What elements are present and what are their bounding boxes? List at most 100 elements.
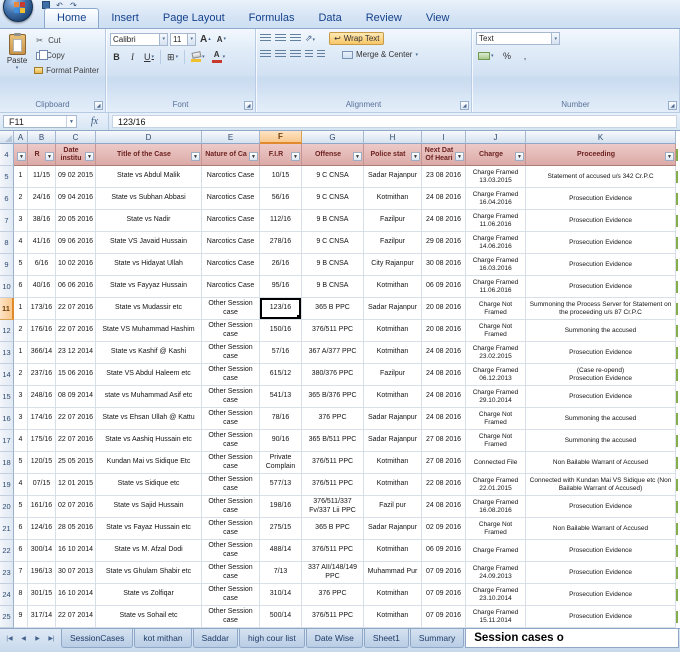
cell-F14[interactable]: 615/12: [260, 364, 302, 386]
office-button[interactable]: [3, 0, 33, 22]
cell-A6[interactable]: 2: [14, 188, 28, 210]
cell-I10[interactable]: 06 09 2016: [422, 276, 466, 298]
cell-B13[interactable]: 366/14: [28, 342, 56, 364]
column-header-r[interactable]: R ▼: [28, 144, 56, 166]
cell-H12[interactable]: Kotmithan: [364, 320, 422, 342]
cell-A15[interactable]: 3: [14, 386, 28, 408]
cell-E17[interactable]: Other Session case: [202, 430, 260, 452]
cell-B18[interactable]: 120/15: [28, 452, 56, 474]
cell-A14[interactable]: 2: [14, 364, 28, 386]
cell-J20[interactable]: Charge Framed 16.08.2016: [466, 496, 526, 518]
cell-J15[interactable]: Charge Framed 29.10.2014: [466, 386, 526, 408]
cell-H25[interactable]: Kotmithan: [364, 606, 422, 628]
cell-G19[interactable]: 376/511 PPC: [302, 474, 364, 496]
cell-E15[interactable]: Other Session case: [202, 386, 260, 408]
cell-C5[interactable]: 09 02 2015: [56, 166, 96, 188]
cell-E18[interactable]: Other Session case: [202, 452, 260, 474]
align-right-button[interactable]: [290, 50, 301, 59]
cell-J12[interactable]: Charge Not Framed: [466, 320, 526, 342]
cell-E6[interactable]: Narcotics Case: [202, 188, 260, 210]
cell-G5[interactable]: 9 C CNSA: [302, 166, 364, 188]
cell-G23[interactable]: 337 AII/148/149 PPC: [302, 562, 364, 584]
tab-nav-first[interactable]: |◀: [3, 633, 16, 646]
row-header-18[interactable]: 18: [0, 452, 14, 474]
cell-I13[interactable]: 24 08 2016: [422, 342, 466, 364]
cell-E13[interactable]: Other Session case: [202, 342, 260, 364]
cell-I5[interactable]: 23 08 2016: [422, 166, 466, 188]
cell-C9[interactable]: 10 02 2016: [56, 254, 96, 276]
cell-E14[interactable]: Other Session case: [202, 364, 260, 386]
cell-C14[interactable]: 15 06 2016: [56, 364, 96, 386]
cell-I9[interactable]: 30 08 2016: [422, 254, 466, 276]
cell-B5[interactable]: 11/15: [28, 166, 56, 188]
column-letter-d[interactable]: D: [96, 131, 202, 144]
column-letter-f[interactable]: F: [260, 131, 302, 144]
cell-D8[interactable]: State VS Javaid Hussain: [96, 232, 202, 254]
row-header-10[interactable]: 10: [0, 276, 14, 298]
cell-G10[interactable]: 9 B CNSA: [302, 276, 364, 298]
cell-C23[interactable]: 30 07 2013: [56, 562, 96, 584]
cell-K13[interactable]: Prosecution Evidence: [526, 342, 676, 364]
cell-H16[interactable]: Sadar Rajanpur: [364, 408, 422, 430]
align-bottom-button[interactable]: [290, 34, 301, 43]
cell-J16[interactable]: Charge Not Framed: [466, 408, 526, 430]
cell-H10[interactable]: Kotmithan: [364, 276, 422, 298]
cell-B23[interactable]: 196/13: [28, 562, 56, 584]
cell-B24[interactable]: 301/15: [28, 584, 56, 606]
row-header-7[interactable]: 7: [0, 210, 14, 232]
cell-A17[interactable]: 4: [14, 430, 28, 452]
cell-I25[interactable]: 07 09 2016: [422, 606, 466, 628]
cell-K21[interactable]: Non Bailable Warrant of Accused: [526, 518, 676, 540]
tab-nav-prev[interactable]: ◀: [17, 633, 30, 646]
cell-J22[interactable]: Charge Framed: [466, 540, 526, 562]
cell-H5[interactable]: Sadar Rajanpur: [364, 166, 422, 188]
cell-D24[interactable]: State vs Zolfiqar: [96, 584, 202, 606]
cell-F23[interactable]: 7/13: [260, 562, 302, 584]
cell-C7[interactable]: 20 05 2016: [56, 210, 96, 232]
cell-F20[interactable]: 198/16: [260, 496, 302, 518]
cell-K17[interactable]: Summoning the accused: [526, 430, 676, 452]
row-header-4[interactable]: 4: [0, 144, 14, 166]
cell-G15[interactable]: 365 B/376 PPC: [302, 386, 364, 408]
cell-G12[interactable]: 376/511 PPC: [302, 320, 364, 342]
cell-C18[interactable]: 25 05 2015: [56, 452, 96, 474]
column-header-f-i-r[interactable]: F.I.R ▼: [260, 144, 302, 166]
sheet-tab-date-wise[interactable]: Date Wise: [305, 629, 363, 648]
cell-G17[interactable]: 365 B/511 PPC: [302, 430, 364, 452]
cell-B22[interactable]: 300/14: [28, 540, 56, 562]
cell-F15[interactable]: 541/13: [260, 386, 302, 408]
shrink-font-button[interactable]: A ▾: [215, 32, 228, 46]
clipboard-dialog-launcher[interactable]: ◢: [94, 101, 103, 110]
cell-A18[interactable]: 5: [14, 452, 28, 474]
row-header-19[interactable]: 19: [0, 474, 14, 496]
cell-G22[interactable]: 376/511 PPC: [302, 540, 364, 562]
cell-C20[interactable]: 02 07 2016: [56, 496, 96, 518]
cell-E8[interactable]: Narcotics Case: [202, 232, 260, 254]
number-format-select[interactable]: Text ▾: [476, 32, 560, 45]
align-center-button[interactable]: [275, 50, 286, 59]
cell-B12[interactable]: 176/16: [28, 320, 56, 342]
row-header-20[interactable]: 20: [0, 496, 14, 518]
cell-G14[interactable]: 380/376 PPC: [302, 364, 364, 386]
cell-K23[interactable]: Prosecution Evidence: [526, 562, 676, 584]
cell-J6[interactable]: Charge Framed 16.04.2016: [466, 188, 526, 210]
cell-A23[interactable]: 7: [14, 562, 28, 584]
ribbon-tab-insert[interactable]: Insert: [99, 9, 151, 28]
cell-K11[interactable]: Summoning the Process Server for Stateme…: [526, 298, 676, 320]
cell-D10[interactable]: State vs Fayyaz Hussain: [96, 276, 202, 298]
column-letter-b[interactable]: B: [28, 131, 56, 144]
column-letter-a[interactable]: A: [14, 131, 28, 144]
cell-C12[interactable]: 22 07 2016: [56, 320, 96, 342]
cell-I23[interactable]: 07 09 2016: [422, 562, 466, 584]
column-header-charge[interactable]: Charge ▼: [466, 144, 526, 166]
cell-F22[interactable]: 488/14: [260, 540, 302, 562]
cell-A11[interactable]: 1: [14, 298, 28, 320]
ribbon-tab-view[interactable]: View: [414, 9, 462, 28]
cell-J10[interactable]: Charge Framed 11.06.2016: [466, 276, 526, 298]
cell-G13[interactable]: 367 A/377 PPC: [302, 342, 364, 364]
row-header-9[interactable]: 9: [0, 254, 14, 276]
filter-icon-j[interactable]: ▼: [515, 152, 524, 161]
cell-I22[interactable]: 06 09 2016: [422, 540, 466, 562]
cell-G11[interactable]: 365 B PPC: [302, 298, 364, 320]
row-header-17[interactable]: 17: [0, 430, 14, 452]
